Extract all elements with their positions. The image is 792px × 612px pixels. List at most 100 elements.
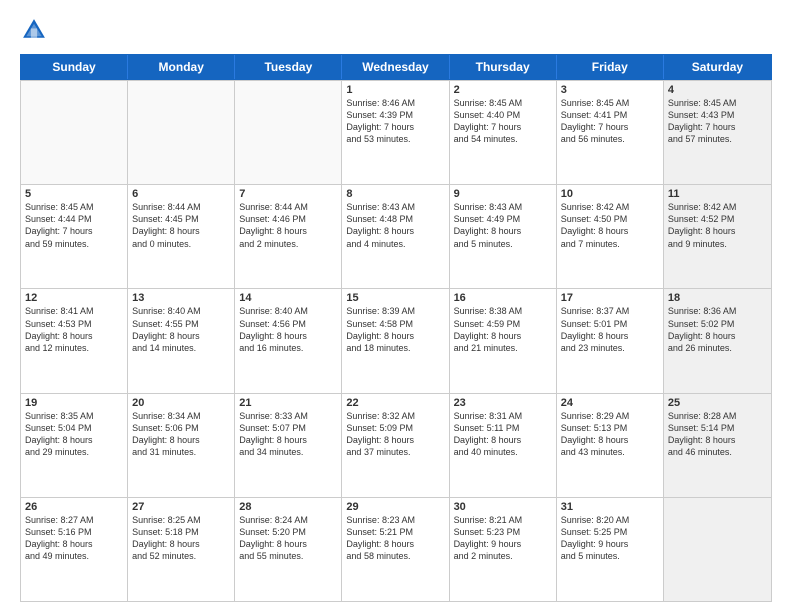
day-number: 29 [346,501,444,513]
calendar-cell: 12Sunrise: 8:41 AM Sunset: 4:53 PM Dayli… [21,289,128,392]
calendar-cell: 28Sunrise: 8:24 AM Sunset: 5:20 PM Dayli… [235,498,342,601]
cell-content: Sunrise: 8:34 AM Sunset: 5:06 PM Dayligh… [132,410,230,459]
cell-content: Sunrise: 8:37 AM Sunset: 5:01 PM Dayligh… [561,305,659,354]
calendar-cell: 22Sunrise: 8:32 AM Sunset: 5:09 PM Dayli… [342,394,449,497]
day-number: 8 [346,188,444,200]
cell-content: Sunrise: 8:39 AM Sunset: 4:58 PM Dayligh… [346,305,444,354]
calendar-cell: 4Sunrise: 8:45 AM Sunset: 4:43 PM Daylig… [664,81,771,184]
logo-icon [20,16,48,44]
day-number: 30 [454,501,552,513]
day-number: 11 [668,188,767,200]
header-day-sunday: Sunday [21,55,128,79]
day-number: 26 [25,501,123,513]
day-number: 16 [454,292,552,304]
header-day-wednesday: Wednesday [342,55,449,79]
day-number: 31 [561,501,659,513]
calendar-cell [21,81,128,184]
calendar-cell: 11Sunrise: 8:42 AM Sunset: 4:52 PM Dayli… [664,185,771,288]
calendar: SundayMondayTuesdayWednesdayThursdayFrid… [20,54,772,602]
cell-content: Sunrise: 8:36 AM Sunset: 5:02 PM Dayligh… [668,305,767,354]
cell-content: Sunrise: 8:41 AM Sunset: 4:53 PM Dayligh… [25,305,123,354]
cell-content: Sunrise: 8:45 AM Sunset: 4:41 PM Dayligh… [561,97,659,146]
calendar-cell: 29Sunrise: 8:23 AM Sunset: 5:21 PM Dayli… [342,498,449,601]
cell-content: Sunrise: 8:45 AM Sunset: 4:40 PM Dayligh… [454,97,552,146]
day-number: 1 [346,84,444,96]
day-number: 19 [25,397,123,409]
day-number: 24 [561,397,659,409]
cell-content: Sunrise: 8:23 AM Sunset: 5:21 PM Dayligh… [346,514,444,563]
header-day-monday: Monday [128,55,235,79]
day-number: 9 [454,188,552,200]
day-number: 22 [346,397,444,409]
cell-content: Sunrise: 8:21 AM Sunset: 5:23 PM Dayligh… [454,514,552,563]
calendar-cell: 14Sunrise: 8:40 AM Sunset: 4:56 PM Dayli… [235,289,342,392]
day-number: 12 [25,292,123,304]
calendar-cell: 30Sunrise: 8:21 AM Sunset: 5:23 PM Dayli… [450,498,557,601]
day-number: 6 [132,188,230,200]
cell-content: Sunrise: 8:40 AM Sunset: 4:55 PM Dayligh… [132,305,230,354]
day-number: 15 [346,292,444,304]
logo [20,16,52,44]
day-number: 3 [561,84,659,96]
calendar-cell: 17Sunrise: 8:37 AM Sunset: 5:01 PM Dayli… [557,289,664,392]
page: SundayMondayTuesdayWednesdayThursdayFrid… [0,0,792,612]
calendar-cell [128,81,235,184]
header-day-friday: Friday [557,55,664,79]
cell-content: Sunrise: 8:20 AM Sunset: 5:25 PM Dayligh… [561,514,659,563]
calendar-row-1: 5Sunrise: 8:45 AM Sunset: 4:44 PM Daylig… [21,184,771,288]
calendar-cell: 23Sunrise: 8:31 AM Sunset: 5:11 PM Dayli… [450,394,557,497]
day-number: 18 [668,292,767,304]
day-number: 14 [239,292,337,304]
day-number: 5 [25,188,123,200]
cell-content: Sunrise: 8:27 AM Sunset: 5:16 PM Dayligh… [25,514,123,563]
cell-content: Sunrise: 8:44 AM Sunset: 4:46 PM Dayligh… [239,201,337,250]
day-number: 21 [239,397,337,409]
cell-content: Sunrise: 8:42 AM Sunset: 4:52 PM Dayligh… [668,201,767,250]
calendar-row-4: 26Sunrise: 8:27 AM Sunset: 5:16 PM Dayli… [21,497,771,601]
day-number: 20 [132,397,230,409]
calendar-cell: 19Sunrise: 8:35 AM Sunset: 5:04 PM Dayli… [21,394,128,497]
calendar-cell: 8Sunrise: 8:43 AM Sunset: 4:48 PM Daylig… [342,185,449,288]
calendar-cell: 10Sunrise: 8:42 AM Sunset: 4:50 PM Dayli… [557,185,664,288]
calendar-cell: 26Sunrise: 8:27 AM Sunset: 5:16 PM Dayli… [21,498,128,601]
day-number: 10 [561,188,659,200]
calendar-cell: 1Sunrise: 8:46 AM Sunset: 4:39 PM Daylig… [342,81,449,184]
calendar-cell: 18Sunrise: 8:36 AM Sunset: 5:02 PM Dayli… [664,289,771,392]
calendar-cell: 25Sunrise: 8:28 AM Sunset: 5:14 PM Dayli… [664,394,771,497]
calendar-body: 1Sunrise: 8:46 AM Sunset: 4:39 PM Daylig… [20,80,772,602]
cell-content: Sunrise: 8:29 AM Sunset: 5:13 PM Dayligh… [561,410,659,459]
header [20,16,772,44]
cell-content: Sunrise: 8:24 AM Sunset: 5:20 PM Dayligh… [239,514,337,563]
calendar-cell: 3Sunrise: 8:45 AM Sunset: 4:41 PM Daylig… [557,81,664,184]
calendar-cell: 6Sunrise: 8:44 AM Sunset: 4:45 PM Daylig… [128,185,235,288]
cell-content: Sunrise: 8:32 AM Sunset: 5:09 PM Dayligh… [346,410,444,459]
cell-content: Sunrise: 8:44 AM Sunset: 4:45 PM Dayligh… [132,201,230,250]
calendar-cell: 21Sunrise: 8:33 AM Sunset: 5:07 PM Dayli… [235,394,342,497]
header-day-saturday: Saturday [664,55,771,79]
cell-content: Sunrise: 8:31 AM Sunset: 5:11 PM Dayligh… [454,410,552,459]
calendar-cell [664,498,771,601]
cell-content: Sunrise: 8:46 AM Sunset: 4:39 PM Dayligh… [346,97,444,146]
day-number: 17 [561,292,659,304]
cell-content: Sunrise: 8:40 AM Sunset: 4:56 PM Dayligh… [239,305,337,354]
calendar-row-3: 19Sunrise: 8:35 AM Sunset: 5:04 PM Dayli… [21,393,771,497]
calendar-cell: 9Sunrise: 8:43 AM Sunset: 4:49 PM Daylig… [450,185,557,288]
calendar-cell: 2Sunrise: 8:45 AM Sunset: 4:40 PM Daylig… [450,81,557,184]
calendar-cell: 20Sunrise: 8:34 AM Sunset: 5:06 PM Dayli… [128,394,235,497]
header-day-thursday: Thursday [450,55,557,79]
cell-content: Sunrise: 8:45 AM Sunset: 4:44 PM Dayligh… [25,201,123,250]
calendar-cell: 15Sunrise: 8:39 AM Sunset: 4:58 PM Dayli… [342,289,449,392]
calendar-row-0: 1Sunrise: 8:46 AM Sunset: 4:39 PM Daylig… [21,80,771,184]
cell-content: Sunrise: 8:38 AM Sunset: 4:59 PM Dayligh… [454,305,552,354]
calendar-cell: 7Sunrise: 8:44 AM Sunset: 4:46 PM Daylig… [235,185,342,288]
calendar-cell: 31Sunrise: 8:20 AM Sunset: 5:25 PM Dayli… [557,498,664,601]
day-number: 27 [132,501,230,513]
calendar-cell: 16Sunrise: 8:38 AM Sunset: 4:59 PM Dayli… [450,289,557,392]
calendar-row-2: 12Sunrise: 8:41 AM Sunset: 4:53 PM Dayli… [21,288,771,392]
day-number: 4 [668,84,767,96]
cell-content: Sunrise: 8:35 AM Sunset: 5:04 PM Dayligh… [25,410,123,459]
day-number: 23 [454,397,552,409]
day-number: 25 [668,397,767,409]
day-number: 13 [132,292,230,304]
header-day-tuesday: Tuesday [235,55,342,79]
